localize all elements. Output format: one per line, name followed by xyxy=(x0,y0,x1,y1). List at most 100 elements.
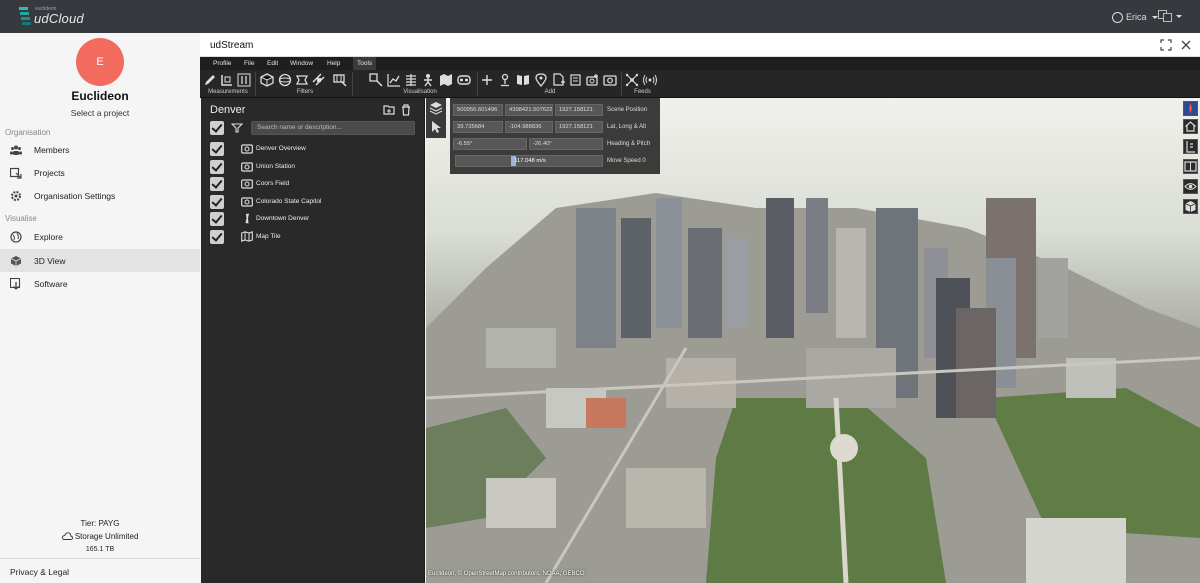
camera-icon[interactable] xyxy=(603,73,617,87)
storage-used: 165.1 TB xyxy=(85,546,115,553)
scene-title: Denver xyxy=(210,104,246,116)
person-icon[interactable] xyxy=(421,73,435,87)
broadcast-icon[interactable] xyxy=(643,73,657,87)
scene-search-input[interactable]: Search name or description... xyxy=(251,121,415,135)
user-name: Erica xyxy=(1126,12,1147,22)
scene-item[interactable]: Union Station xyxy=(210,159,420,175)
add-camera-icon[interactable] xyxy=(586,73,600,87)
item-label: Downtown Denver xyxy=(256,215,310,222)
move-speed-slider[interactable]: 117.048 m/s xyxy=(455,155,603,167)
privacy-legal-link[interactable]: Privacy & Legal xyxy=(0,558,200,583)
filter-grid-icon[interactable] xyxy=(333,73,347,87)
select-project-link[interactable]: Select a project xyxy=(0,108,200,118)
language-menu[interactable] xyxy=(1158,10,1182,22)
camera-icon xyxy=(241,144,253,154)
scene-item[interactable]: Downtown Denver xyxy=(210,211,420,227)
buildings-button[interactable] xyxy=(1183,199,1198,214)
home-button[interactable] xyxy=(1183,119,1198,134)
height-measure-icon[interactable] xyxy=(220,73,234,87)
item-checkbox[interactable] xyxy=(210,230,224,244)
toolbar-group-measurements: Measurements xyxy=(208,89,248,95)
network-icon[interactable] xyxy=(625,73,639,87)
sidebar-item-label: Projects xyxy=(34,167,65,178)
logo-mark-icon xyxy=(19,7,31,25)
heading-field[interactable]: -6.55° xyxy=(453,138,527,150)
ruler-icon[interactable] xyxy=(237,73,251,87)
line-chart-icon[interactable] xyxy=(387,73,401,87)
measure-height-button[interactable] xyxy=(1183,139,1198,154)
app-menu-bar: Profile File Edit Window Help Tools xyxy=(200,57,1200,70)
item-checkbox[interactable] xyxy=(210,177,224,191)
map-mode-icon[interactable] xyxy=(439,73,453,87)
book-icon[interactable] xyxy=(516,73,530,87)
add-folder-icon[interactable] xyxy=(383,104,395,116)
sidebar-item-3d-view[interactable]: 3D View xyxy=(0,249,200,272)
menu-help[interactable]: Help xyxy=(323,57,344,70)
scene-item[interactable]: Coors Field xyxy=(210,176,420,192)
cursor-icon[interactable] xyxy=(429,120,443,134)
item-label: Denver Overview xyxy=(256,145,306,152)
trash-icon[interactable] xyxy=(400,104,412,116)
item-checkbox[interactable] xyxy=(210,160,224,174)
latitude-field[interactable]: 39.735684 xyxy=(453,121,503,133)
main-header: udStream xyxy=(200,33,1200,57)
menu-profile[interactable]: Profile xyxy=(209,57,235,70)
avatar[interactable]: E xyxy=(76,38,124,86)
heading-pitch-label: Heading & Pitch xyxy=(607,141,651,147)
sidebar-item-projects[interactable]: Projects xyxy=(0,161,200,184)
scene-position-x[interactable]: 500956.601496 xyxy=(453,104,503,116)
sidebar-item-members[interactable]: Members xyxy=(0,138,200,161)
menu-file[interactable]: File xyxy=(240,57,258,70)
camera-icon xyxy=(241,162,253,172)
item-checkbox[interactable] xyxy=(210,195,224,209)
menu-window[interactable]: Window xyxy=(286,57,317,70)
scene-position-label: Scene Position xyxy=(607,107,648,113)
sidebar-item-software[interactable]: Software xyxy=(0,272,200,295)
vr-headset-icon[interactable] xyxy=(457,73,471,87)
cross-section-icon[interactable] xyxy=(312,73,326,87)
layers-icon[interactable] xyxy=(429,101,443,115)
scene-item[interactable]: Denver Overview xyxy=(210,141,420,157)
compass-button[interactable] xyxy=(1183,101,1198,116)
scene-item[interactable]: Map Tile xyxy=(210,229,420,245)
item-checkbox[interactable] xyxy=(210,142,224,156)
add-image-icon[interactable] xyxy=(552,73,566,87)
scene-position-z[interactable]: 1927.158121 xyxy=(555,104,603,116)
cloud-icon xyxy=(61,532,73,540)
split-view-icon xyxy=(1184,161,1197,172)
item-checkbox[interactable] xyxy=(210,212,224,226)
add-icon[interactable] xyxy=(480,73,494,87)
person-pin-icon[interactable] xyxy=(498,73,512,87)
top-bar: euclideon udCloud Erica xyxy=(0,0,1200,33)
layers-stack-icon[interactable] xyxy=(404,73,418,87)
select-all-checkbox[interactable] xyxy=(210,121,224,135)
add-file-icon[interactable] xyxy=(569,73,583,87)
fullscreen-icon[interactable] xyxy=(1159,38,1173,52)
sidebar-item-explore[interactable]: Explore xyxy=(0,225,200,248)
gear-icon xyxy=(11,190,21,201)
pitch-field[interactable]: -26.40° xyxy=(529,138,603,150)
scene-position-y[interactable]: 4398421.507622 xyxy=(505,104,553,116)
visibility-button[interactable] xyxy=(1183,179,1198,194)
sidebar-item-organisation-settings[interactable]: Organisation Settings xyxy=(0,184,200,207)
longitude-field[interactable]: -104.988836 xyxy=(505,121,553,133)
toolbar-group-visualisation: Visualisation xyxy=(403,89,437,95)
item-label: Map Tile xyxy=(256,233,281,240)
scene-item[interactable]: Colorado State Capitol xyxy=(210,194,420,210)
udcloud-logo[interactable]: euclideon udCloud xyxy=(18,5,88,29)
filter-icon[interactable] xyxy=(231,123,243,133)
menu-tools[interactable]: Tools xyxy=(353,57,377,70)
map-icon xyxy=(241,231,253,242)
sphere-filter-icon[interactable] xyxy=(278,73,292,87)
3d-viewport[interactable]: 500956.601496 4398421.507622 1927.158121… xyxy=(426,98,1200,583)
close-icon[interactable] xyxy=(1179,38,1193,52)
pencil-icon[interactable] xyxy=(203,73,217,87)
altitude-field[interactable]: 1927.158121 xyxy=(555,121,603,133)
split-view-button[interactable] xyxy=(1183,159,1198,174)
box-filter-icon[interactable] xyxy=(260,73,274,87)
location-pin-icon[interactable] xyxy=(534,73,548,87)
select-area-icon[interactable] xyxy=(369,73,383,87)
cylinder-filter-icon[interactable] xyxy=(295,73,309,87)
menu-edit[interactable]: Edit xyxy=(263,57,282,70)
user-menu[interactable]: Erica xyxy=(1112,10,1158,24)
